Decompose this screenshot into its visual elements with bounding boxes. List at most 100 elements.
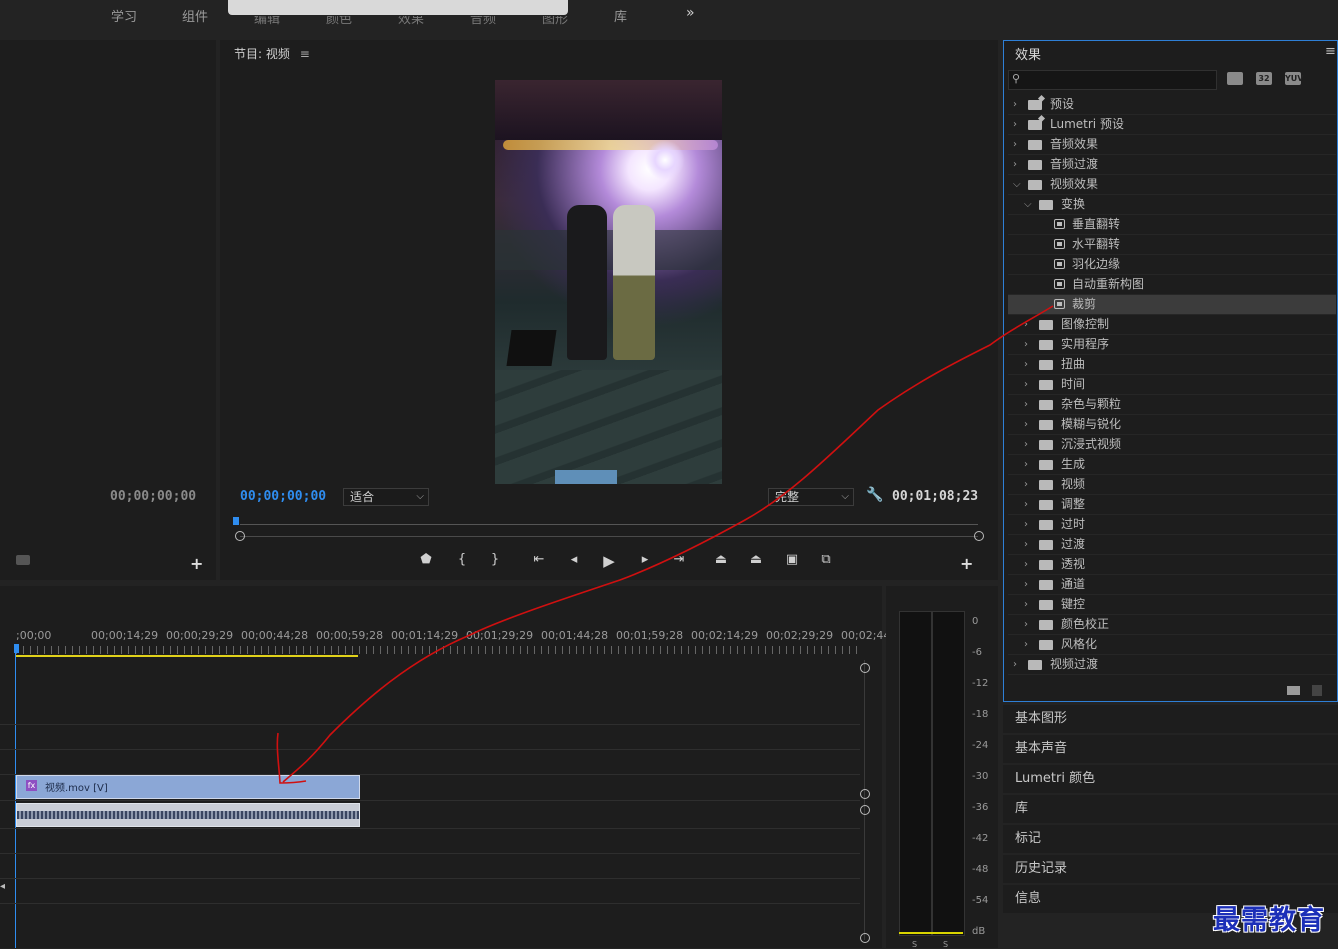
- chevron-right-icon[interactable]: ›: [1013, 155, 1017, 174]
- chevron-right-icon[interactable]: ›: [1013, 115, 1017, 134]
- chevron-right-icon[interactable]: ›: [1024, 575, 1028, 594]
- scroll-handle[interactable]: [860, 663, 870, 673]
- effects-tree-item[interactable]: › 过时: [1008, 515, 1336, 535]
- effects-tree-item[interactable]: ⌵ 视频效果: [1008, 175, 1336, 195]
- effects-tree-item[interactable]: › 音频过渡: [1008, 155, 1336, 175]
- program-mini-ruler[interactable]: [240, 524, 978, 525]
- timeline-playhead-handle[interactable]: [14, 644, 19, 653]
- fit-dropdown[interactable]: 适合 ⌵: [343, 488, 429, 506]
- chevron-right-icon[interactable]: ›: [1024, 355, 1028, 374]
- work-area-bar[interactable]: [16, 655, 358, 657]
- effects-tree-item[interactable]: › Lumetri 预设: [1008, 115, 1336, 135]
- audio-clip[interactable]: [16, 803, 360, 827]
- effects-tree-item[interactable]: › 透视: [1008, 555, 1336, 575]
- panel-menu-icon[interactable]: ≡: [1325, 44, 1336, 59]
- playback-quality-dropdown[interactable]: 完整 ⌵: [768, 488, 854, 506]
- go-to-in-icon[interactable]: ⇤: [530, 552, 548, 567]
- workspace-tab-learn[interactable]: 学习: [111, 6, 137, 25]
- chevron-right-icon[interactable]: ›: [1024, 475, 1028, 494]
- effects-tree-item[interactable]: 自动重新构图: [1008, 275, 1336, 295]
- camera-icon[interactable]: [16, 555, 30, 565]
- collapsed-panel-tab[interactable]: 库: [1003, 795, 1338, 823]
- scroll-handle[interactable]: [860, 805, 870, 815]
- program-current-timecode[interactable]: 00;00;00;00: [240, 489, 326, 504]
- video-clip[interactable]: fx 视频.mov [V]: [16, 775, 360, 799]
- program-zoom-bar[interactable]: [240, 536, 978, 537]
- chevron-down-icon[interactable]: ⌵: [1013, 175, 1021, 194]
- effects-tree-item[interactable]: › 时间: [1008, 375, 1336, 395]
- trash-icon[interactable]: [1312, 685, 1322, 696]
- compare-view-icon[interactable]: ⧉: [817, 552, 835, 567]
- chevron-right-icon[interactable]: ›: [1024, 335, 1028, 354]
- play-icon[interactable]: ▶: [600, 552, 618, 570]
- source-timecode[interactable]: 00;00;00;00: [110, 489, 196, 504]
- effects-tree-item[interactable]: › 通道: [1008, 575, 1336, 595]
- effects-tree-item[interactable]: › 模糊与锐化: [1008, 415, 1336, 435]
- effects-tree-item[interactable]: › 音频效果: [1008, 135, 1336, 155]
- effects-tree-item[interactable]: › 图像控制: [1008, 315, 1336, 335]
- workspace-overflow-button[interactable]: »: [686, 5, 704, 21]
- chevron-right-icon[interactable]: ›: [1024, 415, 1028, 434]
- collapsed-panel-tab[interactable]: 基本图形: [1003, 705, 1338, 733]
- chevron-right-icon[interactable]: ›: [1024, 455, 1028, 474]
- accelerated-effects-icon[interactable]: [1227, 72, 1243, 85]
- effects-tree-item[interactable]: 羽化边缘: [1008, 255, 1336, 275]
- export-frame-icon[interactable]: ▣: [783, 552, 801, 567]
- new-bin-folder-icon[interactable]: [1287, 686, 1300, 695]
- effects-tree-item[interactable]: › 视频过渡: [1008, 655, 1336, 675]
- zoom-handle-left[interactable]: [235, 531, 245, 541]
- collapsed-panel-tab[interactable]: 历史记录: [1003, 855, 1338, 883]
- effects-tree-item[interactable]: › 颜色校正: [1008, 615, 1336, 635]
- chevron-right-icon[interactable]: ›: [1024, 535, 1028, 554]
- effects-tree-item[interactable]: 垂直翻转: [1008, 215, 1336, 235]
- collapse-arrow-icon[interactable]: ◂: [0, 881, 5, 892]
- playhead-marker[interactable]: [233, 517, 239, 525]
- wrench-icon[interactable]: 🔧: [866, 487, 883, 503]
- scroll-handle[interactable]: [860, 933, 870, 943]
- effects-tree-item[interactable]: 水平翻转: [1008, 235, 1336, 255]
- program-monitor-title[interactable]: 节目: 视频 ≡: [234, 45, 310, 62]
- effects-tree-item[interactable]: 裁剪: [1008, 295, 1336, 315]
- mark-in-icon[interactable]: {: [453, 552, 471, 567]
- timeline-vertical-scrollbar[interactable]: [864, 660, 865, 940]
- extract-icon[interactable]: ⏏: [747, 552, 765, 567]
- effects-tree-item[interactable]: › 键控: [1008, 595, 1336, 615]
- add-marker-icon[interactable]: ⬟: [417, 552, 435, 567]
- effects-tree-item[interactable]: › 扭曲: [1008, 355, 1336, 375]
- chevron-right-icon[interactable]: ›: [1024, 515, 1028, 534]
- chevron-right-icon[interactable]: ›: [1024, 395, 1028, 414]
- zoom-handle-right[interactable]: [974, 531, 984, 541]
- step-back-icon[interactable]: ◂: [565, 552, 583, 567]
- effects-panel-title[interactable]: 效果: [1015, 44, 1041, 63]
- effects-tree-item[interactable]: › 视频: [1008, 475, 1336, 495]
- yuv-effects-button[interactable]: YUV: [1285, 72, 1303, 85]
- effects-tree-item[interactable]: › 过渡: [1008, 535, 1336, 555]
- chevron-right-icon[interactable]: ›: [1024, 635, 1028, 654]
- collapsed-panel-tab[interactable]: 标记: [1003, 825, 1338, 853]
- effects-tree-item[interactable]: › 沉浸式视频: [1008, 435, 1336, 455]
- chevron-down-icon[interactable]: ⌵: [1024, 195, 1032, 214]
- effects-tree-item[interactable]: › 实用程序: [1008, 335, 1336, 355]
- add-button-icon[interactable]: +: [960, 554, 973, 573]
- collapsed-panel-tab[interactable]: Lumetri 颜色: [1003, 765, 1338, 793]
- chevron-right-icon[interactable]: ›: [1013, 95, 1017, 114]
- lift-icon[interactable]: ⏏: [712, 552, 730, 567]
- chevron-right-icon[interactable]: ›: [1024, 435, 1028, 454]
- chevron-right-icon[interactable]: ›: [1024, 555, 1028, 574]
- scroll-handle[interactable]: [860, 789, 870, 799]
- chevron-right-icon[interactable]: ›: [1024, 375, 1028, 394]
- effects-tree-item[interactable]: ⌵ 变换: [1008, 195, 1336, 215]
- effects-tree-item[interactable]: › 风格化: [1008, 635, 1336, 655]
- effects-tree-item[interactable]: › 杂色与颗粒: [1008, 395, 1336, 415]
- effects-tree-item[interactable]: › 调整: [1008, 495, 1336, 515]
- chevron-right-icon[interactable]: ›: [1024, 495, 1028, 514]
- step-forward-icon[interactable]: ▸: [636, 552, 654, 567]
- go-to-out-icon[interactable]: ⇥: [670, 552, 688, 567]
- chevron-right-icon[interactable]: ›: [1013, 135, 1017, 154]
- chevron-right-icon[interactable]: ›: [1013, 655, 1017, 674]
- effects-tree-item[interactable]: › 预设: [1008, 95, 1336, 115]
- effects-search-input[interactable]: ⚲: [1008, 70, 1217, 90]
- collapsed-panel-tab[interactable]: 基本声音: [1003, 735, 1338, 763]
- add-button-icon[interactable]: +: [190, 554, 203, 573]
- effects-tree-item[interactable]: › 生成: [1008, 455, 1336, 475]
